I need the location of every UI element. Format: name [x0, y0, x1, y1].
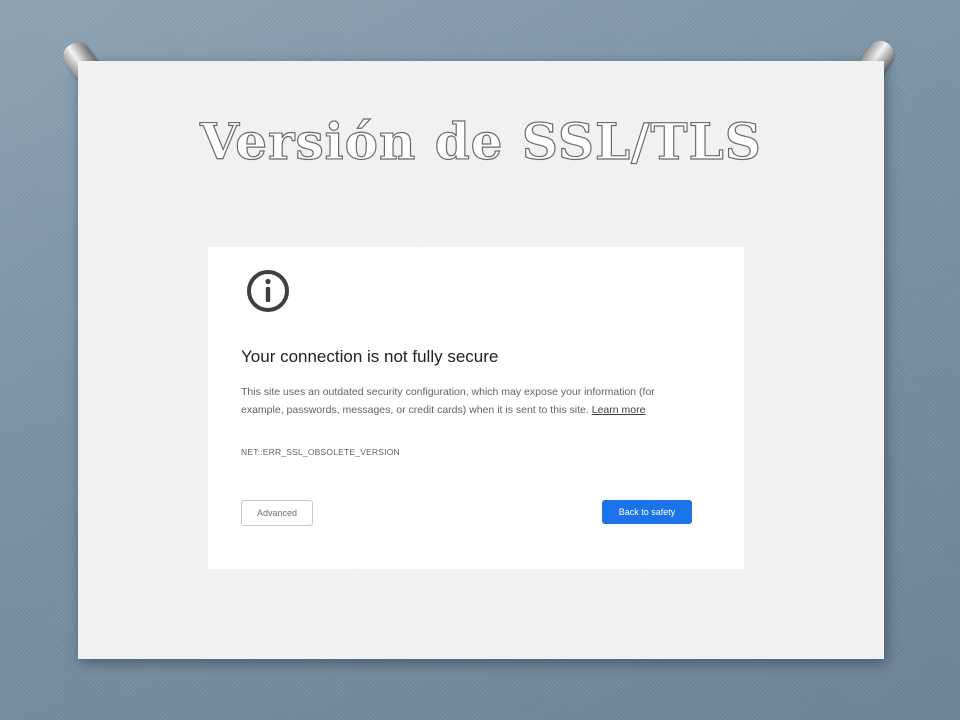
error-code: NET::ERR_SSL_OBSOLETE_VERSION: [241, 447, 400, 457]
learn-more-link[interactable]: Learn more: [592, 404, 646, 416]
slide-title: Versión de SSL/TLS: [199, 111, 762, 171]
back-to-safety-button[interactable]: Back to safety: [602, 500, 692, 524]
dialog-heading: Your connection is not fully secure: [241, 347, 499, 366]
dialog-body: This site uses an outdated security conf…: [241, 383, 691, 419]
info-icon: [247, 270, 289, 312]
ssl-warning-dialog: Your connection is not fully secure This…: [208, 247, 744, 569]
advanced-button[interactable]: Advanced: [241, 500, 313, 526]
